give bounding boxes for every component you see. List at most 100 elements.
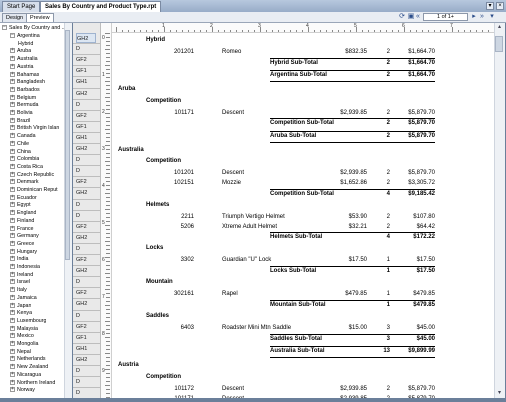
expand-icon[interactable]: + (10, 240, 15, 246)
expand-icon[interactable]: + (10, 310, 15, 316)
expand-icon[interactable]: + (10, 333, 15, 339)
section-label[interactable]: GH2 (76, 299, 96, 309)
expand-icon[interactable]: + (10, 171, 15, 177)
expand-icon[interactable]: + (10, 179, 15, 185)
section-label[interactable]: D (76, 200, 96, 210)
tree-scrollbar-thumb[interactable] (65, 30, 70, 260)
section-label[interactable]: D (76, 366, 96, 376)
expand-icon[interactable]: + (10, 279, 15, 285)
last-page-icon[interactable]: » (478, 13, 486, 21)
expand-icon[interactable]: + (10, 71, 15, 77)
section-label[interactable]: GH2 (76, 89, 96, 99)
expand-icon[interactable]: + (10, 317, 15, 323)
expand-icon[interactable]: + (10, 302, 15, 308)
section-label[interactable]: GH2 (76, 266, 96, 276)
section-label[interactable]: D (76, 155, 96, 165)
section-label[interactable]: GF2 (76, 288, 96, 298)
expand-icon[interactable]: + (10, 217, 15, 223)
expand-icon[interactable]: + (10, 325, 15, 331)
section-label[interactable]: D (76, 100, 96, 110)
expand-icon[interactable]: + (10, 379, 15, 385)
report-scrollbar-thumb[interactable] (495, 36, 503, 52)
section-label[interactable]: GH2 (76, 188, 96, 198)
scroll-down-icon[interactable]: ▾ (495, 389, 504, 397)
expand-icon[interactable]: + (10, 156, 15, 162)
expand-icon[interactable]: + (10, 86, 15, 92)
collapse-icon[interactable]: − (10, 33, 15, 39)
expand-icon[interactable]: + (10, 210, 15, 216)
expand-icon[interactable]: + (10, 187, 15, 193)
expand-icon[interactable]: + (10, 94, 15, 100)
expand-icon[interactable]: + (10, 364, 15, 370)
expand-icon[interactable]: + (10, 294, 15, 300)
expand-icon[interactable]: + (10, 371, 15, 377)
expand-icon[interactable]: + (10, 48, 15, 54)
first-page-icon[interactable]: « (414, 13, 422, 21)
section-label[interactable]: D (76, 377, 96, 387)
expand-icon[interactable]: + (10, 341, 15, 347)
expand-icon[interactable]: + (10, 79, 15, 85)
tree-item[interactable]: + Norway (10, 386, 35, 394)
section-label[interactable]: GH2 (76, 144, 96, 154)
expand-icon[interactable]: + (10, 148, 15, 154)
expand-icon[interactable]: + (10, 63, 15, 69)
expand-icon[interactable]: + (10, 271, 15, 277)
expand-icon[interactable]: + (10, 102, 15, 108)
section-label[interactable]: GF2 (76, 322, 96, 332)
expand-icon[interactable]: + (10, 117, 15, 123)
expand-icon[interactable]: + (10, 133, 15, 139)
expand-icon[interactable]: + (10, 202, 15, 208)
expand-icon[interactable]: + (10, 225, 15, 231)
expand-icon[interactable]: + (10, 163, 15, 169)
section-label[interactable]: D (76, 277, 96, 287)
collapse-icon[interactable]: − (2, 25, 7, 31)
expand-icon[interactable]: + (10, 56, 15, 62)
section-label[interactable]: GH2 (76, 355, 96, 365)
tab-preview[interactable]: Preview (26, 13, 54, 22)
window-menu-icon[interactable]: ▾ (486, 2, 494, 10)
section-label[interactable]: GH1 (76, 77, 96, 87)
expand-icon[interactable]: + (10, 140, 15, 146)
page-number-field[interactable]: 1 of 1+ (423, 13, 468, 21)
expand-icon[interactable]: + (10, 125, 15, 131)
section-label[interactable]: D (76, 311, 96, 321)
tree-root[interactable]: − Sales By Country and ... (2, 24, 66, 32)
section-label[interactable]: GF2 (76, 177, 96, 187)
tab-design[interactable]: Design (2, 13, 28, 22)
section-label[interactable]: GF2 (76, 222, 96, 232)
product-id: 2211 (181, 213, 194, 220)
section-label[interactable]: GF2 (76, 111, 96, 121)
section-label[interactable]: GF1 (76, 333, 96, 343)
tab-sales-report[interactable]: Sales By Country and Product Type.rpt (40, 1, 162, 12)
expand-icon[interactable]: + (10, 264, 15, 270)
next-page-icon[interactable]: ▸ (470, 13, 478, 21)
expand-icon[interactable]: + (10, 387, 15, 393)
section-label[interactable]: GH2 (76, 33, 96, 44)
section-label[interactable]: GH1 (76, 344, 96, 354)
section-label[interactable]: D (76, 211, 96, 221)
zoom-icon[interactable]: ▾ (488, 13, 496, 21)
section-label[interactable]: GF1 (76, 122, 96, 132)
section-label[interactable]: D (76, 388, 96, 398)
expand-icon[interactable]: + (10, 110, 15, 116)
scroll-up-icon[interactable]: ▴ (495, 23, 504, 31)
section-label[interactable]: GF2 (76, 255, 96, 265)
close-icon[interactable]: × (496, 2, 504, 10)
section-label[interactable]: GF2 (76, 55, 96, 65)
refresh-icon[interactable]: ⟳ (398, 13, 406, 21)
expand-icon[interactable]: + (10, 356, 15, 362)
section-label[interactable]: GH2 (76, 233, 96, 243)
section-label[interactable]: D (76, 44, 96, 54)
section-label[interactable]: GH1 (76, 133, 96, 143)
section-label[interactable]: D (76, 244, 96, 254)
section-label[interactable]: GF1 (76, 66, 96, 76)
tab-start-page[interactable]: Start Page (2, 1, 41, 12)
expand-icon[interactable]: + (10, 256, 15, 262)
expand-icon[interactable]: + (10, 287, 15, 293)
expand-icon[interactable]: + (10, 348, 15, 354)
expand-icon[interactable]: + (10, 248, 15, 254)
expand-icon[interactable]: + (10, 194, 15, 200)
report-scrollbar[interactable]: ▴ ▾ (494, 23, 505, 398)
expand-icon[interactable]: + (10, 233, 15, 239)
section-label[interactable]: D (76, 166, 96, 176)
